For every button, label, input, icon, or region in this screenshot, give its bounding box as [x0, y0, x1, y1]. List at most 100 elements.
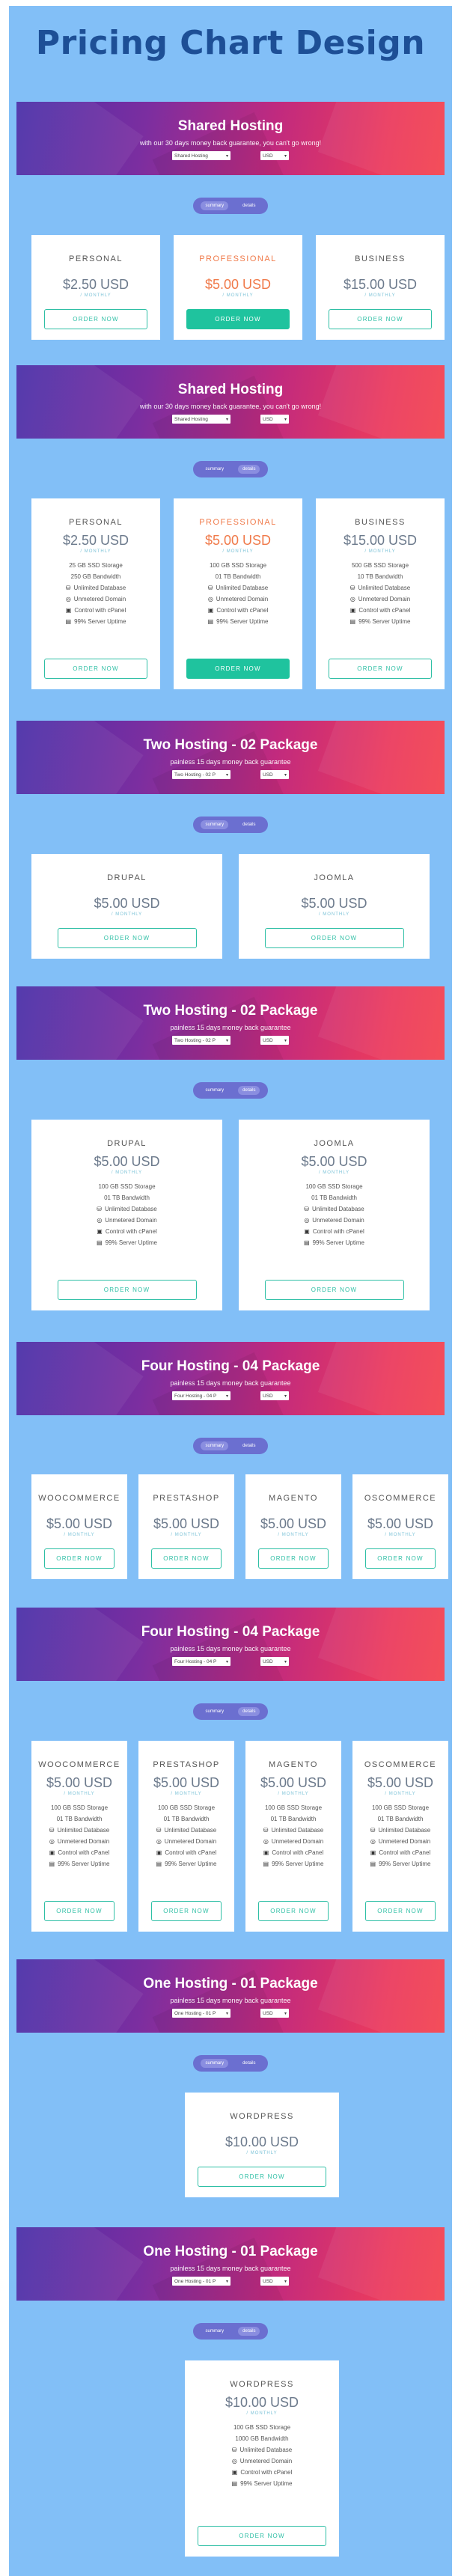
view-toggle[interactable]: summary details [193, 1438, 268, 1454]
globe-icon: ◎ [97, 1217, 103, 1224]
toggle-summary[interactable]: summary [201, 1086, 228, 1095]
banner-subtitle: with our 30 days money back guarantee, y… [139, 139, 322, 147]
banner-selects: Four Hosting - 04 P ▾ USD ▾ [16, 1391, 445, 1400]
hosting-select-value: Shared Hosting [174, 416, 208, 422]
plan-price: $5.00 USD [367, 1775, 434, 1790]
feature-list: 100 GB SSD Storage 01 TB Bandwidth ⛁ Unlimi… [138, 1802, 234, 1870]
toggle-summary[interactable]: summary [201, 201, 229, 210]
feature-text: 1000 GB Bandwidth [235, 2435, 289, 2442]
hosting-select[interactable]: Two Hosting - 02 P ▾ [172, 1036, 230, 1045]
order-now-button[interactable]: ORDER NOW [57, 928, 197, 948]
section-banner: Shared Hosting with our 30 days money bac… [16, 365, 445, 439]
feature-text: Unmetered Domain [73, 596, 126, 602]
currency-select[interactable]: USD ▾ [260, 770, 289, 779]
banner-facet [16, 365, 144, 439]
order-now-button[interactable]: ORDER NOW [57, 1280, 197, 1300]
toggle-details[interactable]: details [238, 465, 260, 474]
chevron-down-icon: ▾ [225, 1038, 228, 1043]
order-now-button[interactable]: ORDER NOW [44, 1548, 115, 1569]
order-now-button[interactable]: ORDER NOW [44, 1901, 115, 1921]
order-now-button[interactable]: ORDER NOW [151, 1901, 222, 1921]
currency-select-value: USD [263, 1393, 273, 1399]
plan-name: WORDPRESS [230, 2380, 294, 2389]
order-now-button[interactable]: ORDER NOW [198, 2526, 326, 2546]
order-now-button[interactable]: ORDER NOW [365, 1901, 436, 1921]
cpanel-icon: ▣ [97, 1228, 103, 1235]
pricing-card-personal: PERSONAL $2.50 USD / MONTHLY ORDER NOW [31, 235, 160, 340]
feature-item: 1000 GB Bandwidth [185, 2433, 339, 2444]
pricing-card-woocommerce: WOOCOMMERCE $5.00 USD / MONTHLY 100 GB SSD … [31, 1741, 127, 1932]
order-now-button[interactable]: ORDER NOW [186, 659, 290, 679]
toggle-details[interactable]: details [238, 820, 260, 829]
globe-icon: ◎ [49, 1838, 55, 1845]
plan-name: WOOCOMMERCE [38, 1494, 120, 1503]
toggle-summary[interactable]: summary [201, 2327, 228, 2336]
order-now-button[interactable]: ORDER NOW [258, 1901, 329, 1921]
currency-select[interactable]: USD ▾ [260, 1391, 289, 1400]
hosting-select[interactable]: Shared Hosting ▾ [172, 415, 230, 424]
feature-text: Unlimited Database [358, 585, 411, 591]
currency-select[interactable]: USD ▾ [260, 151, 289, 160]
hosting-select[interactable]: Four Hosting - 04 P ▾ [172, 1391, 230, 1400]
toggle-details[interactable]: details [238, 2327, 260, 2336]
toggle-summary[interactable]: summary [201, 1441, 229, 1450]
hosting-select[interactable]: One Hosting - 01 P ▾ [172, 2277, 230, 2286]
currency-select[interactable]: USD ▾ [260, 1657, 289, 1666]
server-icon: ▤ [304, 1239, 310, 1246]
feature-text: 10 TB Bandwidth [357, 573, 403, 580]
toggle-summary[interactable]: summary [201, 465, 228, 474]
hosting-select[interactable]: Two Hosting - 02 P ▾ [172, 770, 230, 779]
toggle-details[interactable]: details [238, 1086, 260, 1095]
feature-item: 01 TB Bandwidth [174, 571, 302, 582]
feature-item: 100 GB SSD Storage [31, 1181, 222, 1192]
order-now-button[interactable]: ORDER NOW [264, 928, 404, 948]
hosting-select[interactable]: Shared Hosting ▾ [172, 151, 230, 160]
order-now-button[interactable]: ORDER NOW [365, 1548, 436, 1569]
order-now-button[interactable]: ORDER NOW [258, 1548, 329, 1569]
feature-item: ▤ 99% Server Uptime [174, 616, 302, 627]
server-icon: ▤ [231, 2480, 238, 2487]
currency-select[interactable]: USD ▾ [260, 2009, 289, 2018]
plan-name: PERSONAL [69, 518, 123, 527]
view-toggle[interactable]: summary details [193, 817, 268, 833]
currency-select-value: USD [263, 2010, 273, 2016]
cpanel-icon: ▣ [304, 1228, 310, 1235]
feature-text: 01 TB Bandwidth [163, 1816, 210, 1822]
toggle-details[interactable]: details [238, 2059, 260, 2068]
order-now-button[interactable]: ORDER NOW [329, 659, 432, 679]
order-now-button[interactable]: ORDER NOW [198, 2167, 326, 2187]
order-now-button[interactable]: ORDER NOW [44, 309, 147, 329]
plan-name: MAGENTO [269, 1494, 318, 1503]
feature-item: ▣ Control with cPanel [31, 1847, 127, 1858]
order-now-button[interactable]: ORDER NOW [264, 1280, 404, 1300]
toggle-details[interactable]: details [238, 201, 260, 210]
view-toggle[interactable]: summary details [193, 1082, 268, 1099]
order-now-button[interactable]: ORDER NOW [44, 659, 147, 679]
toggle-summary[interactable]: summary [201, 2059, 229, 2068]
hosting-select[interactable]: Four Hosting - 04 P ▾ [172, 1657, 230, 1666]
currency-select[interactable]: USD ▾ [260, 1036, 289, 1045]
view-toggle[interactable]: summary details [193, 2323, 268, 2340]
currency-select[interactable]: USD ▾ [260, 415, 289, 424]
pricing-card-wordpress: WORDPRESS $10.00 USD / MONTHLY ORDER NOW [185, 2093, 339, 2197]
view-toggle[interactable]: summary details [193, 2055, 268, 2072]
toggle-summary[interactable]: summary [201, 820, 229, 829]
toggle-details[interactable]: details [238, 1707, 260, 1716]
order-now-button[interactable]: ORDER NOW [329, 309, 432, 329]
view-toggle[interactable]: summary details [193, 198, 268, 214]
currency-select-value: USD [263, 2278, 273, 2284]
hosting-select[interactable]: One Hosting - 01 P ▾ [172, 2009, 230, 2018]
banner-selects: Four Hosting - 04 P ▾ USD ▾ [16, 1657, 445, 1666]
cpanel-icon: ▣ [231, 2469, 238, 2476]
plan-price: $5.00 USD [260, 1516, 327, 1531]
view-toggle[interactable]: summary details [193, 461, 268, 477]
currency-select[interactable]: USD ▾ [260, 2277, 289, 2286]
plan-price: $15.00 USD [343, 277, 418, 292]
view-toggle[interactable]: summary details [193, 1703, 268, 1720]
chevron-down-icon: ▾ [284, 153, 287, 159]
toggle-details[interactable]: details [238, 1441, 260, 1450]
order-now-button[interactable]: ORDER NOW [186, 309, 290, 329]
feature-item: 100 GB SSD Storage [31, 1802, 127, 1813]
toggle-summary[interactable]: summary [201, 1707, 228, 1716]
order-now-button[interactable]: ORDER NOW [151, 1548, 222, 1569]
